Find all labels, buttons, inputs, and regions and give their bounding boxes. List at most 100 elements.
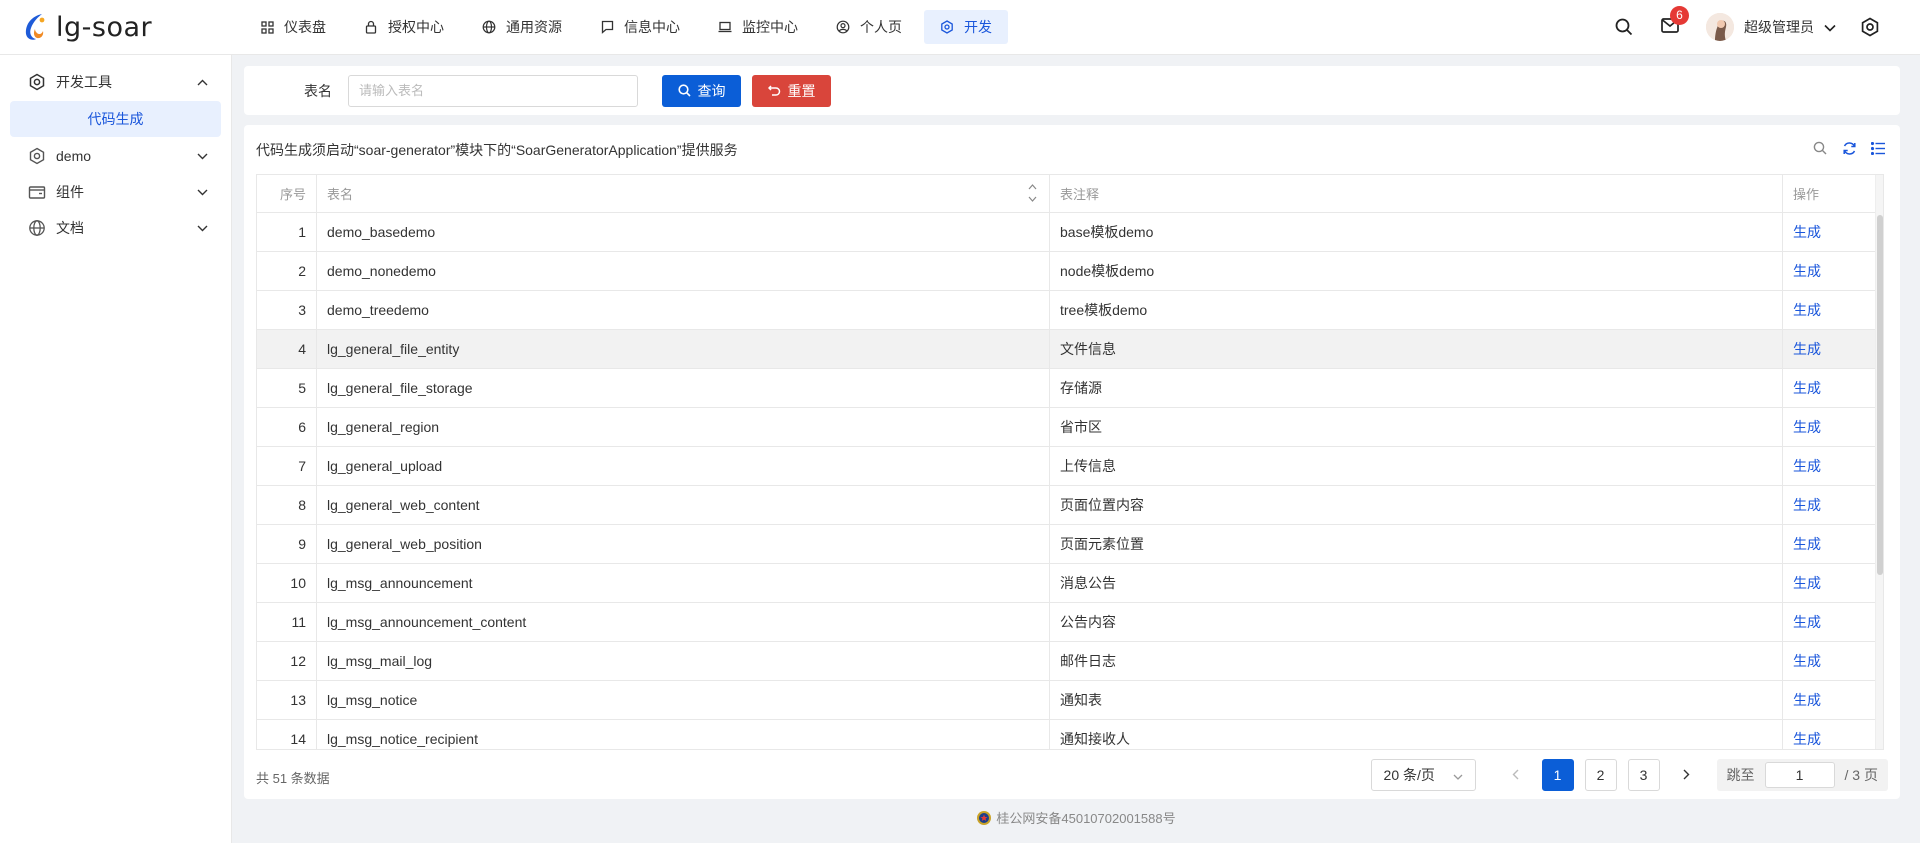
sidebar-group-label: 组件: [56, 184, 84, 200]
wallet-icon: [28, 183, 46, 201]
row-action-cell: 生成: [1783, 408, 1883, 446]
nav-dashboard[interactable]: 仪表盘: [244, 10, 342, 44]
gear-icon: [28, 147, 46, 165]
row-index: 9: [257, 525, 317, 563]
generate-link[interactable]: 生成: [1793, 456, 1821, 476]
footer: 桂公网安备45010702001588号: [232, 808, 1920, 827]
mail-button[interactable]: 6: [1658, 6, 1689, 39]
table-name-label: 表名: [304, 82, 332, 99]
generate-link[interactable]: 生成: [1793, 261, 1821, 281]
sidebar-group-dev-tools[interactable]: 开发工具: [0, 64, 231, 100]
row-index: 7: [257, 447, 317, 485]
nav-label: 个人页: [860, 19, 902, 35]
row-table-comment: 存储源: [1050, 369, 1783, 407]
generate-link[interactable]: 生成: [1793, 495, 1821, 515]
row-table-comment: node模板demo: [1050, 252, 1783, 290]
prev-page-button[interactable]: [1500, 759, 1532, 791]
row-table-name: lg_msg_announcement: [317, 564, 1050, 602]
globe-icon: [28, 219, 46, 237]
page-button-1[interactable]: 1: [1541, 759, 1574, 791]
generate-link[interactable]: 生成: [1793, 534, 1821, 554]
chevron-down-icon: [197, 150, 209, 162]
generate-link[interactable]: 生成: [1793, 300, 1821, 320]
app-logo[interactable]: lg-soar: [0, 12, 232, 43]
scrollbar-thumb[interactable]: [1877, 215, 1883, 575]
nav-profile[interactable]: 个人页: [820, 10, 918, 44]
generate-link[interactable]: 生成: [1793, 339, 1821, 359]
page-size-select[interactable]: 20 条/页: [1370, 759, 1476, 791]
nav-common-resources[interactable]: 通用资源: [466, 10, 578, 44]
row-table-comment: 页面位置内容: [1050, 486, 1783, 524]
chevron-down-icon: [197, 186, 209, 198]
grid-icon: [260, 20, 274, 34]
page-size-value: 20 条/页: [1383, 767, 1435, 783]
user-circle-icon: [836, 20, 850, 34]
generate-link[interactable]: 生成: [1793, 690, 1821, 710]
sort-icon[interactable]: [1028, 183, 1037, 203]
row-table-name: demo_treedemo: [317, 291, 1050, 329]
row-action-cell: 生成: [1783, 486, 1883, 524]
row-table-comment: 公告内容: [1050, 603, 1783, 641]
nav-develop[interactable]: 开发: [924, 10, 1008, 44]
sidebar-group-demo[interactable]: demo: [0, 138, 231, 174]
generate-link[interactable]: 生成: [1793, 378, 1821, 398]
table-row: 2 demo_nonedemo node模板demo 生成: [257, 252, 1883, 291]
generate-link[interactable]: 生成: [1793, 222, 1821, 242]
col-header-name[interactable]: 表名: [317, 175, 1050, 212]
row-index: 6: [257, 408, 317, 446]
nav-auth-center[interactable]: 授权中心: [348, 10, 460, 44]
generate-link[interactable]: 生成: [1793, 729, 1821, 749]
table-body: 1 demo_basedemo base模板demo 生成 2 demo_nonedemo…: [257, 213, 1883, 749]
page-jump: 跳至 / 3 页: [1716, 759, 1888, 791]
table-row: 3 demo_treedemo tree模板demo 生成: [257, 291, 1883, 330]
refresh-icon[interactable]: [1841, 140, 1857, 156]
nav-label: 监控中心: [742, 19, 798, 35]
nav-monitor-center[interactable]: 监控中心: [702, 10, 814, 44]
query-button[interactable]: 查询: [662, 74, 741, 107]
nav-message-center[interactable]: 信息中心: [584, 10, 696, 44]
top-nav: 仪表盘 授权中心 通用资源 信息中心 监控中心 个人页 开发: [244, 10, 1014, 44]
table-toolbar: [1799, 140, 1886, 156]
generate-link[interactable]: 生成: [1793, 651, 1821, 671]
undo-icon: [767, 84, 781, 97]
row-table-comment: base模板demo: [1050, 213, 1783, 251]
reset-button[interactable]: 重置: [752, 74, 831, 107]
row-action-cell: 生成: [1783, 252, 1883, 290]
column-settings-icon[interactable]: [1870, 140, 1886, 156]
username: 超级管理员: [1744, 19, 1814, 35]
table-row: 11 lg_msg_announcement_content 公告内容 生成: [257, 603, 1883, 642]
row-table-comment: 文件信息: [1050, 330, 1783, 368]
generate-link[interactable]: 生成: [1793, 417, 1821, 437]
search-icon[interactable]: [1812, 140, 1828, 156]
page-button-3[interactable]: 3: [1627, 759, 1660, 791]
chevron-right-icon: [1683, 767, 1690, 783]
sidebar-group-components[interactable]: 组件: [0, 174, 231, 210]
table-row: 12 lg_msg_mail_log 邮件日志 生成: [257, 642, 1883, 681]
table-scrollbar[interactable]: [1875, 175, 1883, 749]
table-row: 10 lg_msg_announcement 消息公告 生成: [257, 564, 1883, 603]
search-icon[interactable]: [1612, 15, 1636, 39]
sidebar-item-code-gen[interactable]: 代码生成: [10, 101, 221, 137]
row-table-name: lg_general_file_storage: [317, 369, 1050, 407]
logo-icon: [22, 12, 48, 42]
icp-record-link[interactable]: 桂公网安备45010702001588号: [996, 808, 1175, 827]
generate-link[interactable]: 生成: [1793, 573, 1821, 593]
sidebar-group-label: demo: [56, 148, 92, 164]
data-table: 序号 表名 表注释 操作 1 demo_basedemo base模板demo 生成 2…: [256, 174, 1884, 750]
sidebar-group-docs[interactable]: 文档: [0, 210, 231, 246]
user-menu[interactable]: 超级管理员: [1706, 13, 1836, 41]
row-table-name: lg_msg_notice_recipient: [317, 720, 1050, 749]
table-row: 1 demo_basedemo base模板demo 生成: [257, 213, 1883, 252]
row-table-name: lg_general_upload: [317, 447, 1050, 485]
nav-label: 通用资源: [506, 19, 562, 35]
page-button-2[interactable]: 2: [1584, 759, 1617, 791]
row-table-comment: 上传信息: [1050, 447, 1783, 485]
table-row: 5 lg_general_file_storage 存储源 生成: [257, 369, 1883, 408]
jump-input[interactable]: [1764, 762, 1835, 788]
nav-label: 信息中心: [624, 19, 680, 35]
generate-link[interactable]: 生成: [1793, 612, 1821, 632]
next-page-button[interactable]: [1671, 759, 1703, 791]
settings-icon[interactable]: [1858, 15, 1882, 39]
table-name-input[interactable]: [348, 74, 638, 107]
table-row: 6 lg_general_region 省市区 生成: [257, 408, 1883, 447]
